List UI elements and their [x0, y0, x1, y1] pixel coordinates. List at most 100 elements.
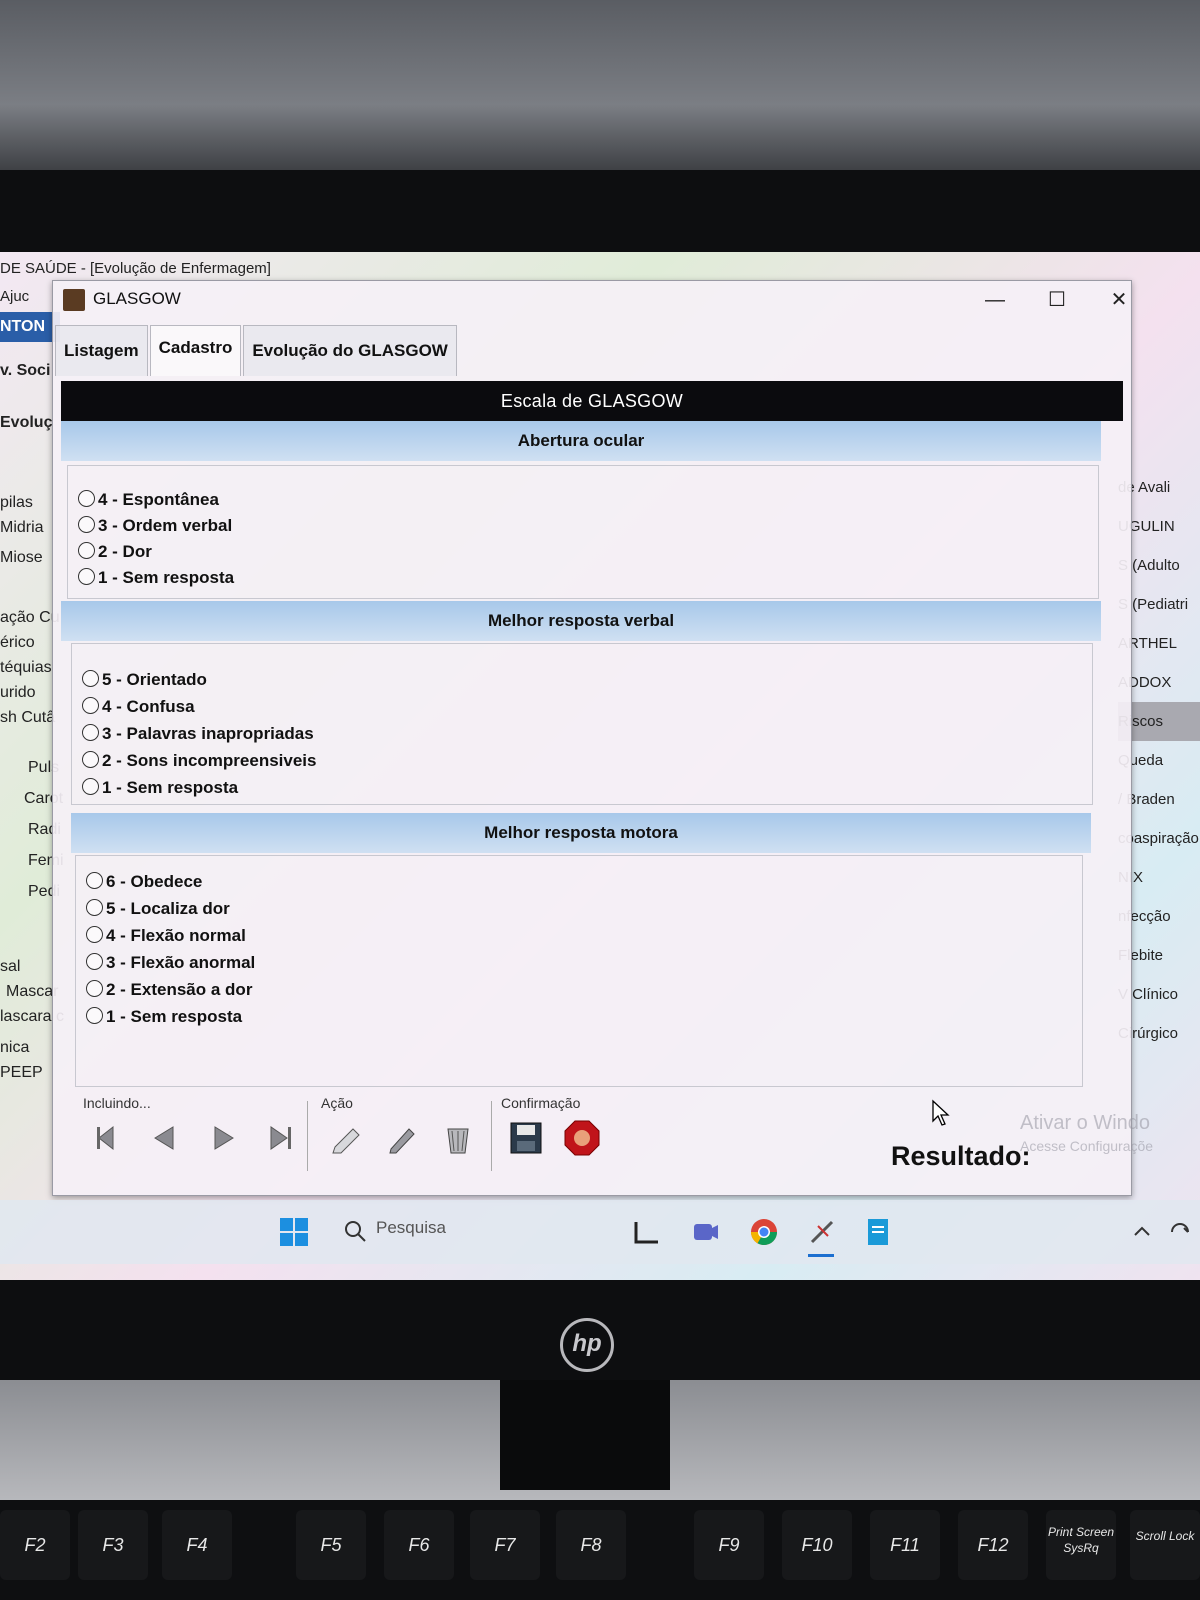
radio-motora-1[interactable]: 1 - Sem resposta: [86, 1007, 242, 1027]
radio-circle[interactable]: [78, 490, 95, 507]
option-label: 3 - Ordem verbal: [98, 516, 233, 535]
radio-motora-4[interactable]: 4 - Flexão normal: [86, 926, 246, 946]
file-explorer-icon[interactable]: [630, 1216, 662, 1248]
bg-row-soc: v. Soci: [0, 362, 51, 379]
radio-circle[interactable]: [82, 697, 99, 714]
radio-circle[interactable]: [86, 899, 103, 916]
radio-verbal-3[interactable]: 3 - Palavras inapropriadas: [82, 724, 314, 744]
hp-logo: hp: [560, 1318, 614, 1372]
bg-row-evol: Evoluç: [0, 414, 53, 431]
chevron-up-icon[interactable]: [1126, 1216, 1158, 1248]
option-label: 2 - Dor: [98, 542, 152, 561]
option-label: 2 - Extensão a dor: [106, 980, 253, 999]
key-f8[interactable]: F8: [556, 1510, 626, 1580]
key-scroll-lock[interactable]: Scroll Lock: [1130, 1510, 1200, 1580]
main-app-title: DE SAÚDE - [Evolução de Enfermagem]: [0, 260, 271, 277]
key-f6[interactable]: F6: [384, 1510, 454, 1580]
group-label-acao: Ação: [321, 1095, 353, 1111]
new-record-icon[interactable]: [327, 1119, 365, 1157]
delete-trash-icon[interactable]: [439, 1119, 477, 1157]
key-f7[interactable]: F7: [470, 1510, 540, 1580]
first-record-icon[interactable]: [91, 1119, 129, 1157]
wall-background: [0, 0, 1200, 175]
radio-motora-5[interactable]: 5 - Localiza dor: [86, 899, 230, 919]
search-icon[interactable]: [340, 1216, 372, 1248]
menu-ajuda[interactable]: Ajuc: [0, 288, 60, 312]
next-record-icon[interactable]: [203, 1119, 241, 1157]
option-label: 4 - Espontânea: [98, 490, 219, 509]
key-print-screen[interactable]: Print Screen SysRq: [1046, 1510, 1116, 1580]
document-app-icon[interactable]: [862, 1216, 894, 1248]
key-f11[interactable]: F11: [870, 1510, 940, 1580]
radio-verbal-5[interactable]: 5 - Orientado: [82, 670, 207, 690]
option-label: 1 - Sem resposta: [98, 568, 235, 587]
radio-circle[interactable]: [78, 516, 95, 533]
key-f9[interactable]: F9: [694, 1510, 764, 1580]
option-label: 3 - Palavras inapropriadas: [102, 724, 314, 743]
minimize-button[interactable]: —: [975, 285, 1015, 315]
radio-verbal-2[interactable]: 2 - Sons incompreensiveis: [82, 751, 316, 771]
radio-motora-6[interactable]: 6 - Obedece: [86, 872, 202, 892]
radio-circle[interactable]: [86, 926, 103, 943]
radio-circle[interactable]: [86, 872, 103, 889]
key-f4[interactable]: F4: [162, 1510, 232, 1580]
edit-pencil-icon[interactable]: [383, 1119, 421, 1157]
tab-evolucao-glasgow[interactable]: Evolução do GLASGOW: [243, 325, 457, 376]
key-f5[interactable]: F5: [296, 1510, 366, 1580]
radio-circle[interactable]: [82, 778, 99, 795]
windows-start-icon[interactable]: [278, 1216, 310, 1248]
cancel-stop-icon[interactable]: [563, 1119, 601, 1157]
previous-record-icon[interactable]: [147, 1119, 185, 1157]
maximize-button[interactable]: ☐: [1037, 285, 1077, 315]
radio-circle[interactable]: [82, 670, 99, 687]
group-label-incluindo: Incluindo...: [83, 1095, 151, 1111]
section-abertura-ocular: Abertura ocular: [61, 421, 1101, 461]
radio-verbal-4[interactable]: 4 - Confusa: [82, 697, 195, 717]
section-resposta-motora: Melhor resposta motora: [71, 813, 1091, 853]
save-disk-icon[interactable]: [507, 1119, 545, 1157]
toolbar-separator: [307, 1101, 308, 1171]
tab-listagem[interactable]: Listagem: [55, 325, 148, 376]
option-label: 1 - Sem resposta: [102, 778, 239, 797]
radio-circle[interactable]: [78, 542, 95, 559]
radio-circle[interactable]: [82, 751, 99, 768]
taskbar-search-input[interactable]: Pesquisa: [376, 1218, 446, 1238]
teams-meet-icon[interactable]: [690, 1216, 722, 1248]
radio-circle[interactable]: [86, 953, 103, 970]
radio-abertura-4[interactable]: 4 - Espontânea: [78, 490, 219, 510]
option-label: 2 - Sons incompreensiveis: [102, 751, 317, 770]
patient-band: NTON: [0, 312, 60, 342]
close-button[interactable]: ✕: [1099, 285, 1139, 315]
group-label-confirmacao: Confirmação: [501, 1095, 581, 1111]
radio-circle[interactable]: [82, 724, 99, 741]
radio-abertura-1[interactable]: 1 - Sem resposta: [78, 568, 234, 588]
option-label: 4 - Flexão normal: [106, 926, 246, 945]
keyboard: F2 F3 F4 F5 F6 F7 F8 F9 F10 F11 F12 Prin…: [0, 1500, 1200, 1600]
activate-windows-sub: Acesse Configuraçõe: [1020, 1138, 1154, 1154]
key-f2[interactable]: F2: [0, 1510, 70, 1580]
radio-abertura-3[interactable]: 3 - Ordem verbal: [78, 516, 232, 536]
radio-abertura-2[interactable]: 2 - Dor: [78, 542, 152, 562]
group-resposta-motora: 6 - Obedece 5 - Localiza dor 4 - Flexão …: [75, 855, 1083, 1087]
radio-verbal-1[interactable]: 1 - Sem resposta: [82, 778, 238, 798]
radio-circle[interactable]: [86, 1007, 103, 1024]
radio-circle[interactable]: [86, 980, 103, 997]
window-title: GLASGOW: [93, 289, 181, 308]
radio-circle[interactable]: [78, 568, 95, 585]
chrome-icon[interactable]: [748, 1216, 780, 1248]
medical-app-icon[interactable]: [806, 1216, 838, 1248]
monitor-stand: [500, 1380, 670, 1490]
activate-windows-watermark: Ativar o Windo: [1020, 1112, 1151, 1134]
radio-motora-2[interactable]: 2 - Extensão a dor: [86, 980, 252, 1000]
last-record-icon[interactable]: [259, 1119, 297, 1157]
toolbar-separator: [491, 1101, 492, 1171]
key-f10[interactable]: F10: [782, 1510, 852, 1580]
title-bar[interactable]: GLASGOW — ☐ ✕: [53, 281, 1131, 319]
sync-icon[interactable]: [1164, 1216, 1196, 1248]
key-f12[interactable]: F12: [958, 1510, 1028, 1580]
option-label: 5 - Orientado: [102, 670, 207, 689]
group-abertura-ocular: 4 - Espontânea 3 - Ordem verbal 2 - Dor …: [67, 465, 1099, 599]
key-f3[interactable]: F3: [78, 1510, 148, 1580]
radio-motora-3[interactable]: 3 - Flexão anormal: [86, 953, 255, 973]
tab-cadastro[interactable]: Cadastro: [149, 325, 242, 376]
